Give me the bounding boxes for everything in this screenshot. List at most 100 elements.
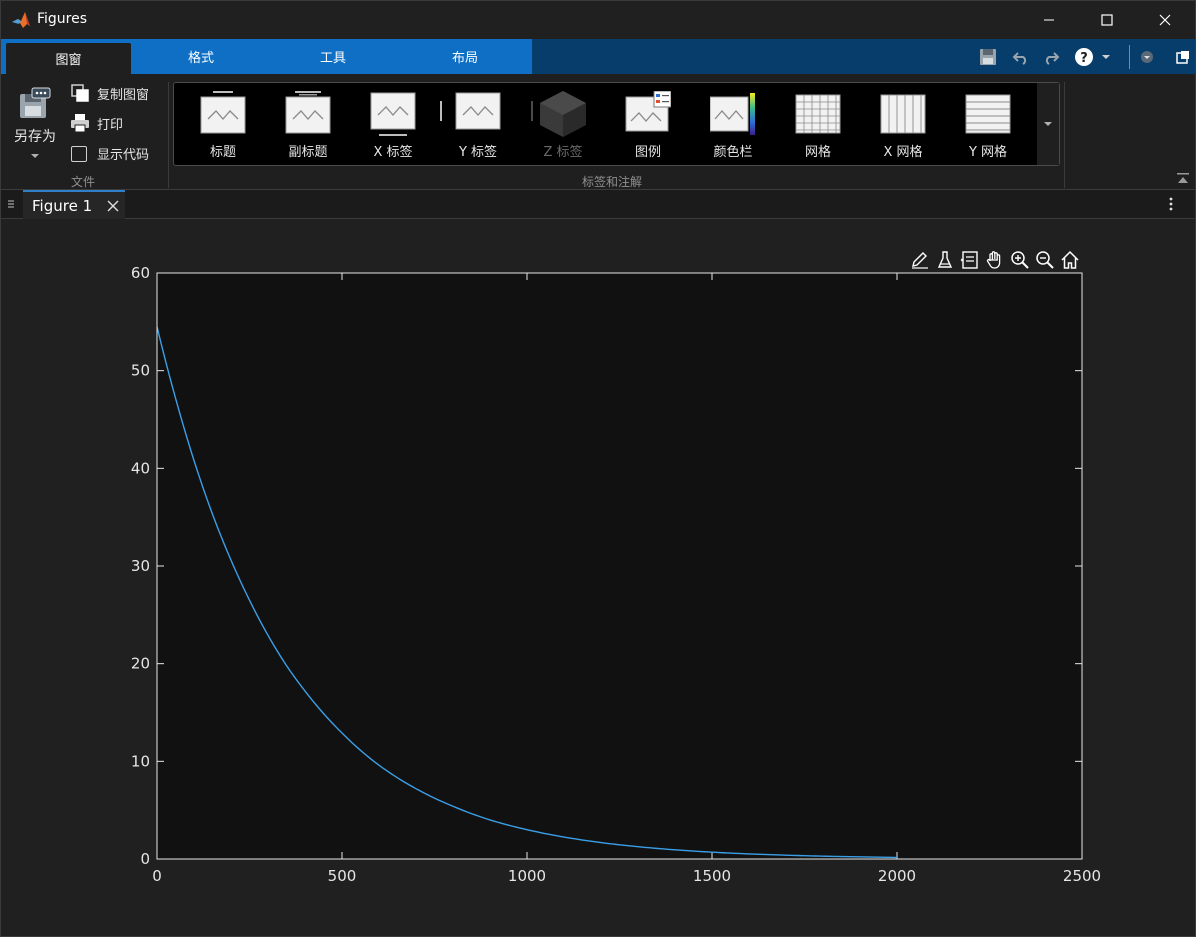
section-separator [1064,82,1065,188]
y-tick-label: 0 [140,850,150,868]
close-icon [1159,14,1171,26]
gallery-item-colorbar[interactable]: 颜色栏 [691,83,775,167]
x-tick-label: 2000 [878,867,916,885]
xgrid-icon [880,94,926,134]
gallery-item-legend[interactable]: 图例 [606,83,690,167]
minimize-icon [1044,19,1054,21]
toolstrip: 另存为 复制图窗 打印 显示代码 文件 标题 副标题 X 标签 Y 标签 Z 标… [1,74,1195,190]
maximize-button[interactable] [1078,1,1136,39]
y-tick-label: 50 [131,362,150,380]
svg-text:?: ? [1080,51,1088,66]
plot-axes[interactable]: 0 500 1000 1500 2000 2500 0 10 20 30 40 50 60 [1,219,1195,936]
redo-icon [1045,52,1060,65]
qa-redo-button[interactable] [1040,45,1062,69]
gallery-label-colorbar: 颜色栏 [713,145,753,160]
collapse-up-icon [1177,173,1189,183]
chevron-down-icon [31,154,39,158]
maximize-icon [1101,14,1113,26]
tab-format[interactable]: 格式 [135,39,267,74]
show-code-label: 显示代码 [97,148,150,163]
save-as-icon [20,87,51,118]
gallery-expand-button[interactable] [1037,83,1059,165]
qa-separator [1129,45,1130,69]
x-tick-label: 500 [328,867,357,885]
list-icon [8,200,14,208]
section-separator [168,82,169,188]
labels-gallery: 标题 副标题 X 标签 Y 标签 Z 标签 图例 颜色栏 网格 X 网格 Y 网… [173,82,1060,166]
save-icon [980,49,996,65]
grid-icon [795,94,841,134]
gallery-item-zlabel: Z 标签 [521,83,605,167]
chevron-down-icon [1044,122,1052,126]
qa-customize-button[interactable] [1137,45,1157,69]
y-tick-label: 40 [131,459,150,477]
y-tick-label: 10 [131,752,150,770]
document-tab-label: Figure 1 [32,196,93,215]
title-icon [200,91,246,134]
copy-icon [69,83,91,103]
printer-icon [69,113,91,133]
title-bar: Figures [1,1,1195,39]
zlabel-icon [540,91,586,137]
tab-figure[interactable]: 图窗 [6,43,131,74]
gallery-item-ygrid[interactable]: Y 网格 [946,83,1030,167]
ygrid-icon [965,94,1011,134]
undock-icon [1176,51,1189,64]
minimize-button[interactable] [1020,1,1078,39]
gallery-label-zlabel: Z 标签 [543,145,583,160]
qa-window-button[interactable] [1173,45,1193,69]
axes-background [157,273,1082,859]
labels-section-label: 标签和注解 [582,175,643,189]
matlab-logo-icon [12,12,30,28]
checkbox-box[interactable] [71,145,87,162]
close-button[interactable] [1136,1,1194,39]
print-button[interactable]: 打印 [69,113,123,133]
help-icon: ? [1075,48,1093,66]
chevron-down-icon [1102,55,1110,59]
document-list-button[interactable] [6,196,16,212]
y-tick-label: 30 [131,557,150,575]
x-tick-label: 0 [152,867,162,885]
file-section-label: 文件 [71,175,96,189]
gallery-item-grid[interactable]: 网格 [776,83,860,167]
gallery-label-legend: 图例 [634,145,661,160]
more-vertical-icon [1169,197,1173,211]
gallery-item-title[interactable]: 标题 [181,83,265,167]
gallery-label-ygrid: Y 网格 [968,145,1008,160]
x-tick-label: 1000 [508,867,546,885]
gallery-item-xgrid[interactable]: X 网格 [861,83,945,167]
gallery-label-xlabel: X 标签 [373,145,413,160]
collapse-toolstrip-button[interactable] [1175,171,1191,187]
show-code-checkbox[interactable]: 显示代码 [69,144,149,163]
x-tick-label: 2500 [1063,867,1101,885]
figures-window: Figures 图窗 格式 工具 布局 ? 另存为 复制图窗 打印 显示代码 文… [0,0,1196,937]
qa-undo-button[interactable] [1010,45,1032,69]
y-tick-label: 20 [131,655,150,673]
zlabel-bar [531,101,533,121]
document-options-button[interactable] [1163,195,1179,213]
gallery-item-subtitle[interactable]: 副标题 [266,83,350,167]
save-as-label: 另存为 [14,129,56,145]
document-tab-figure-1[interactable]: Figure 1 [23,190,125,219]
ylabel-bar [440,101,442,121]
gallery-item-ylabel[interactable]: Y 标签 [436,83,520,167]
close-icon[interactable] [105,198,121,214]
colorbar-icon [710,93,755,135]
tab-layout[interactable]: 布局 [399,39,531,74]
gallery-item-xlabel[interactable]: X 标签 [351,83,435,167]
ylabel-icon [455,92,501,130]
copy-figure-label: 复制图窗 [97,87,150,103]
tab-tools[interactable]: 工具 [267,39,399,74]
save-as-button[interactable]: 另存为 [9,84,61,166]
y-tick-label: 60 [131,264,150,282]
qa-help-button[interactable]: ? [1073,45,1113,69]
qa-save-button[interactable] [977,45,999,69]
legend-icon [625,91,671,132]
copy-figure-button[interactable]: 复制图窗 [69,83,149,103]
print-label: 打印 [97,117,124,133]
gallery-label-xgrid: X 网格 [883,145,923,160]
ribbon-tabs: 图窗 格式 工具 布局 [1,39,532,74]
customize-dropdown-icon [1141,51,1153,63]
gallery-label-grid: 网格 [804,145,831,160]
x-tick-label: 1500 [693,867,731,885]
